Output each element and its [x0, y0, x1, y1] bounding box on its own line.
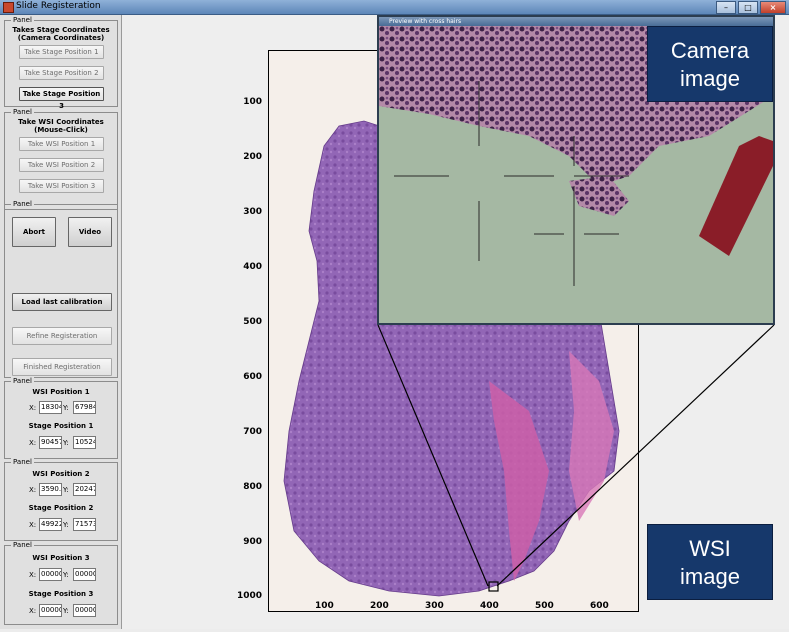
camera-callout-line2: image	[680, 66, 740, 91]
x-label: X:	[29, 521, 37, 529]
wsi-position-3-x-field[interactable]: 00000	[39, 568, 62, 581]
wsi-position-2-y-field[interactable]: 20247	[73, 483, 96, 496]
take-stage-position-3-button[interactable]: Take Stage Position 3	[19, 87, 104, 110]
wsi-coordinates-panel: Panel Take WSI Coordinates (Mouse-Click)…	[4, 108, 118, 210]
wsi-image-callout: WSI image	[647, 524, 773, 600]
panel-label: Panel	[11, 541, 34, 550]
panel-label: Panel	[11, 458, 34, 467]
stage-position-2-x-field[interactable]: 49922	[39, 518, 62, 531]
position-panel-3: Panel WSI Position 3 X: 00000 Y: 00000 S…	[4, 541, 118, 625]
camera-image-callout: Camera image	[647, 26, 773, 102]
panel-label: Panel	[11, 200, 34, 209]
abort-button[interactable]: Abort	[12, 217, 56, 247]
y-label: Y:	[63, 486, 69, 494]
wsi-callout-line2: image	[680, 564, 740, 589]
x-label: X:	[29, 571, 37, 579]
stage-position-2-title: Stage Position 2	[28, 504, 94, 512]
wsi-position-3-title: WSI Position 3	[32, 554, 90, 562]
wsi-position-2-row: X: 3590.5 Y: 20247	[5, 483, 117, 498]
panel-label: Panel	[11, 108, 34, 117]
stage-coordinates-panel: Panel Takes Stage Coordinates (Camera Co…	[4, 16, 118, 110]
load-last-calibration-button[interactable]: Load last calibration	[12, 293, 112, 311]
take-stage-position-2-button[interactable]: Take Stage Position 2	[19, 66, 104, 80]
x-label: X:	[29, 607, 37, 615]
stage-position-3-y-field[interactable]: 00000	[73, 604, 96, 617]
take-stage-position-1-button[interactable]: Take Stage Position 1	[19, 45, 104, 59]
y-label: Y:	[63, 521, 69, 529]
window-titlebar: Slide Registeration – □ ×	[0, 0, 789, 15]
close-button[interactable]: ×	[760, 1, 786, 14]
preview-title: Preview with cross hairs	[379, 17, 773, 26]
stage-position-1-title: Stage Position 1	[28, 422, 94, 430]
stage-position-1-x-field[interactable]: 90457	[39, 436, 62, 449]
y-label: Y:	[63, 439, 69, 447]
stage-position-1-y-field[interactable]: 105249	[73, 436, 96, 449]
wsi-position-1-title: WSI Position 1	[32, 388, 90, 396]
stage-position-1-row: X: 90457 Y: 105249	[5, 436, 117, 451]
control-panel: Panel Abort Video Load last calibration …	[4, 200, 118, 378]
stage-heading-line2: (Camera Coordinates)	[17, 34, 105, 42]
wsi-callout-line1: WSI	[689, 536, 731, 561]
y-label: Y:	[63, 571, 69, 579]
wsi-position-2-title: WSI Position 2	[32, 470, 90, 478]
stage-position-2-row: X: 49922 Y: 71573	[5, 518, 117, 533]
take-wsi-position-1-button[interactable]: Take WSI Position 1	[19, 137, 104, 151]
wsi-position-1-x-field[interactable]: 18304	[39, 401, 62, 414]
stage-position-3-x-field[interactable]: 00000	[39, 604, 62, 617]
position-panel-2: Panel WSI Position 2 X: 3590.5 Y: 20247 …	[4, 458, 118, 541]
refine-registration-button[interactable]: Refine Registeration	[12, 327, 112, 345]
finished-registration-button[interactable]: Finished Registeration	[12, 358, 112, 376]
y-label: Y:	[63, 404, 69, 412]
window-controls: – □ ×	[716, 1, 786, 14]
camera-callout-line1: Camera	[670, 38, 750, 63]
wsi-position-1-y-field[interactable]: 67984.	[73, 401, 96, 414]
video-button[interactable]: Video	[68, 217, 112, 247]
minimize-button[interactable]: –	[716, 1, 736, 14]
wsi-heading-line2: (Mouse-Click)	[34, 126, 88, 134]
maximize-button[interactable]: □	[738, 1, 758, 14]
y-label: Y:	[63, 607, 69, 615]
x-label: X:	[29, 404, 37, 412]
control-sidebar: Panel Takes Stage Coordinates (Camera Co…	[0, 15, 122, 629]
stage-position-3-row: X: 00000 Y: 00000	[5, 604, 117, 619]
stage-position-2-y-field[interactable]: 71573	[73, 518, 96, 531]
stage-position-3-title: Stage Position 3	[28, 590, 94, 598]
zoom-line-left	[377, 324, 489, 587]
wsi-position-2-x-field[interactable]: 3590.5	[39, 483, 62, 496]
wsi-position-3-y-field[interactable]: 00000	[73, 568, 96, 581]
position-panel-1: Panel WSI Position 1 X: 18304 Y: 67984. …	[4, 377, 118, 459]
panel-label: Panel	[11, 16, 34, 25]
x-label: X:	[29, 486, 37, 494]
take-wsi-position-3-button[interactable]: Take WSI Position 3	[19, 179, 104, 193]
matlab-app-icon	[3, 2, 14, 13]
x-label: X:	[29, 439, 37, 447]
wsi-position-1-row: X: 18304 Y: 67984.	[5, 401, 117, 416]
wsi-position-3-row: X: 00000 Y: 00000	[5, 568, 117, 583]
window-title: Slide Registeration	[16, 1, 101, 11]
panel-label: Panel	[11, 377, 34, 386]
take-wsi-position-2-button[interactable]: Take WSI Position 2	[19, 158, 104, 172]
